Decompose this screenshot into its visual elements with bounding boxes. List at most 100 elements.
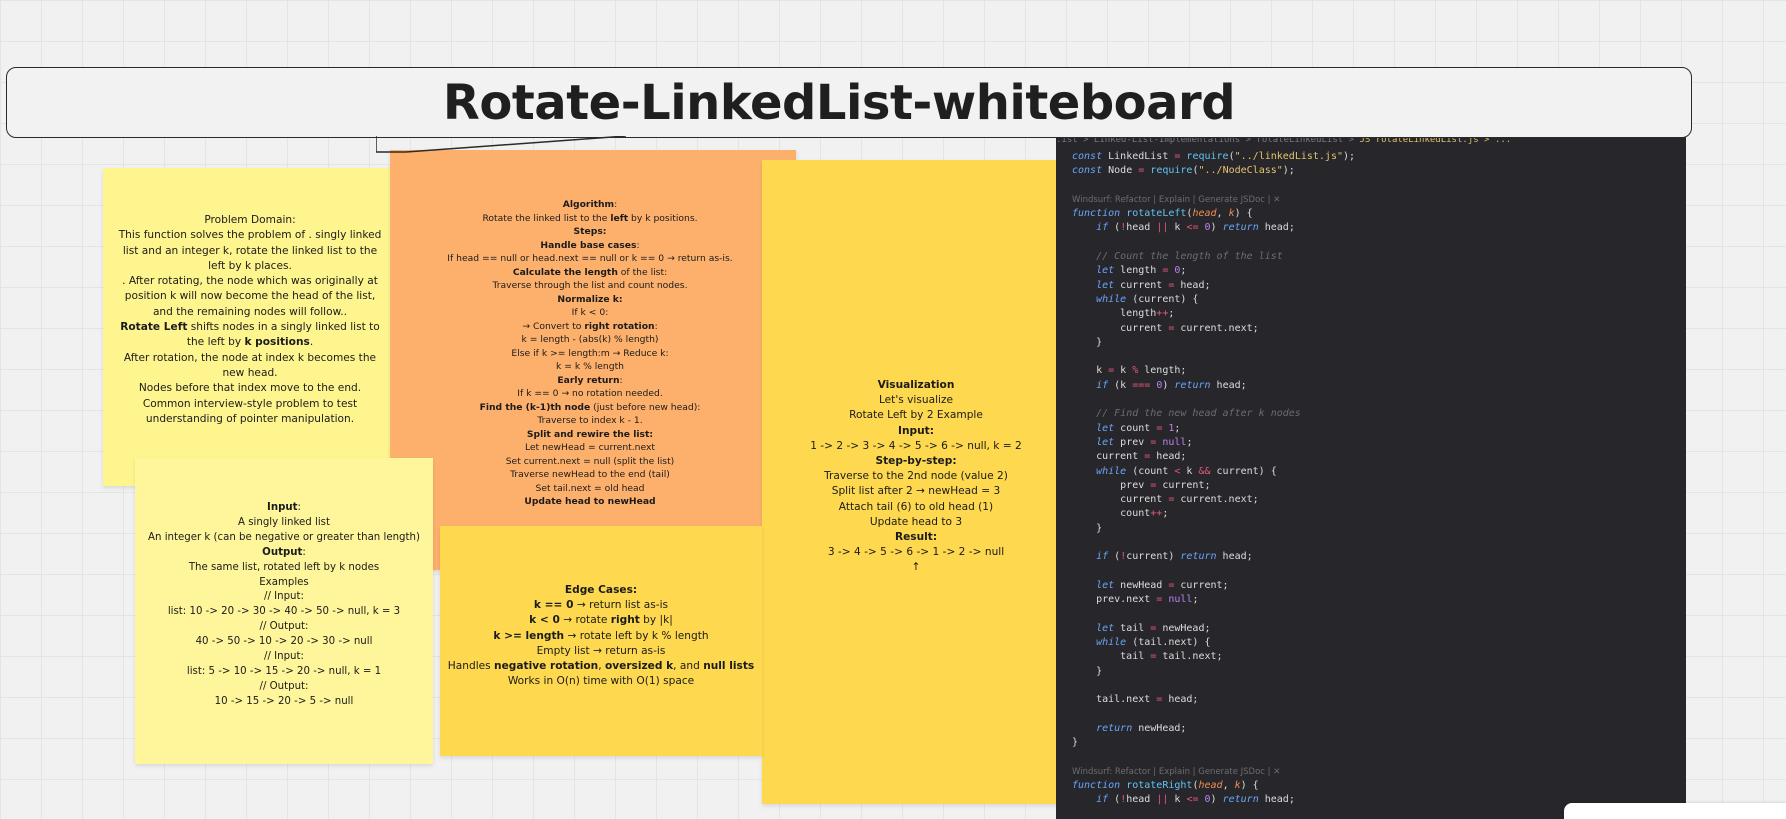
note-text: A singly linked list bbox=[238, 516, 330, 528]
note-text: // Output: bbox=[259, 680, 309, 692]
note-text: Handle base cases: bbox=[540, 239, 640, 251]
note-text: Update head to newHead bbox=[524, 496, 656, 507]
note-text: Result: bbox=[894, 531, 938, 544]
up-arrow-icon: ↑ bbox=[911, 561, 921, 574]
note-text: Split and rewire the list: bbox=[526, 428, 654, 440]
note-text: 1 -> 2 -> 3 -> 4 -> 5 -> 6 -> null, k = … bbox=[810, 439, 1022, 452]
note-text: Handles negative rotation, oversized k, … bbox=[447, 660, 755, 673]
code-line: k = k % length; bbox=[1072, 365, 1187, 377]
code-lines: const LinkedList = require("../linkedLis… bbox=[1072, 150, 1355, 819]
note-text: k = length - (abs(k) % length) bbox=[521, 334, 659, 345]
code-line: let count = 1; bbox=[1096, 422, 1181, 434]
sticky-note-edge-cases[interactable]: Edge Cases: k == 0 → return list as-is k… bbox=[440, 526, 762, 756]
code-line: while (current) { bbox=[1096, 293, 1199, 305]
code-line: if (!current) return head; bbox=[1096, 551, 1253, 563]
code-line: current = current.next; bbox=[1072, 322, 1259, 334]
note-text: After rotation, the node at index k beco… bbox=[123, 351, 377, 379]
note-text: Traverse newHead to the end (tail) bbox=[510, 469, 670, 480]
sticky-note-problem-domain[interactable]: Problem Domain: This function solves the… bbox=[103, 168, 393, 486]
code-line: prev.next = null; bbox=[1072, 594, 1199, 606]
code-editor-image[interactable]: .ist > Linked-List-Implementations > rot… bbox=[1056, 136, 1686, 819]
note-text: Find the (k-1)th node (just before new h… bbox=[479, 401, 701, 413]
title-connector-line bbox=[376, 136, 626, 153]
note-text: Rotate Left shifts nodes in a singly lin… bbox=[120, 321, 380, 349]
code-line: tail = tail.next; bbox=[1072, 651, 1223, 663]
code-line: if (!head || k <= 0) return head; bbox=[1096, 222, 1295, 234]
note-text: Common interview-style problem to test u… bbox=[142, 397, 358, 425]
code-line: count++; bbox=[1072, 508, 1169, 520]
sticky-note-algorithm[interactable]: Algorithm: Rotate the linked list to the… bbox=[390, 150, 796, 570]
board-title: Rotate-LinkedList-whiteboard bbox=[442, 74, 1236, 131]
code-line: tail.next = head; bbox=[1072, 694, 1199, 706]
note-text: Set tail.next = old head bbox=[535, 482, 645, 494]
code-line: current = head; bbox=[1072, 451, 1187, 463]
note-heading: Visualization bbox=[877, 379, 955, 391]
note-text: Works in O(n) time with O(1) space bbox=[507, 675, 695, 688]
board-title-frame[interactable]: Rotate-LinkedList-whiteboard bbox=[6, 67, 1692, 138]
code-line: length++; bbox=[1072, 308, 1175, 320]
code-line: function rotateLeft(head, k) { bbox=[1072, 208, 1253, 220]
note-text: If k == 0 → no rotation needed. bbox=[517, 388, 663, 399]
note-text: Update head to 3 bbox=[869, 515, 963, 528]
code-line: while (tail.next) { bbox=[1096, 637, 1211, 649]
note-text: k < 0 → rotate right by |k| bbox=[529, 614, 673, 627]
code-line: // Find the new head after k nodes bbox=[1096, 408, 1301, 420]
code-line: let prev = null; bbox=[1096, 436, 1193, 448]
code-line: let tail = newHead; bbox=[1096, 622, 1211, 634]
code-line: let newHead = current; bbox=[1096, 579, 1229, 591]
note-text: Early return: bbox=[557, 374, 623, 386]
note-text: // Output: bbox=[259, 621, 309, 633]
code-line: let length = 0; bbox=[1096, 265, 1187, 277]
code-line: current = current.next; bbox=[1072, 494, 1259, 506]
note-text: Set current.next = null (split the list) bbox=[505, 455, 675, 467]
note-text: Let's visualize bbox=[878, 394, 954, 407]
note-text: Split list after 2 → newHead = 3 bbox=[831, 485, 1001, 498]
note-text: Else if k >= length:m → Reduce k: bbox=[511, 347, 669, 359]
note-text: Let newHead = current.next bbox=[524, 442, 656, 453]
note-text: Nodes before that index move to the end. bbox=[138, 382, 362, 395]
note-text: . After rotating, the node which was ori… bbox=[122, 275, 378, 318]
code-line: } bbox=[1072, 737, 1079, 749]
note-text: Examples bbox=[259, 576, 309, 588]
code-line: } bbox=[1072, 522, 1103, 534]
note-text: k >= length → rotate left by k % length bbox=[493, 629, 709, 642]
code-line: } bbox=[1072, 336, 1103, 348]
note-heading: Edge Cases: bbox=[564, 584, 638, 596]
note-text: Rotate Left by 2 Example bbox=[849, 409, 983, 422]
note-text: // Input: bbox=[264, 591, 304, 603]
code-line: } bbox=[1072, 665, 1103, 677]
note-text: Rotate the linked list to the left by k … bbox=[482, 212, 698, 224]
note-text: Calculate the length of the list: bbox=[512, 266, 668, 278]
sticky-note-input-output[interactable]: Input: A singly linked list An integer k… bbox=[135, 458, 433, 764]
note-text: Traverse to the 2nd node (value 2) bbox=[824, 470, 1008, 483]
note-text: // Input: bbox=[264, 651, 304, 663]
note-heading: Output: bbox=[262, 546, 306, 558]
code-line: const Node = require("../NodeClass"); bbox=[1072, 165, 1295, 177]
code-line: let current = head; bbox=[1096, 279, 1211, 291]
note-heading: Algorithm: bbox=[562, 199, 618, 210]
note-text: → Convert to right rotation: bbox=[522, 320, 658, 332]
note-text: list: 10 -> 20 -> 30 -> 40 -> 50 -> null… bbox=[167, 606, 401, 618]
note-text: If k < 0: bbox=[571, 307, 609, 318]
note-heading: Problem Domain: bbox=[204, 214, 296, 226]
note-text: k = k % length bbox=[555, 361, 625, 372]
code-line: return newHead; bbox=[1096, 722, 1187, 734]
note-text: Steps: bbox=[573, 226, 607, 237]
note-text: The same list, rotated left by k nodes bbox=[188, 561, 380, 573]
code-line: prev = current; bbox=[1072, 479, 1211, 491]
minimap-card[interactable] bbox=[1564, 803, 1786, 819]
note-text: 10 -> 15 -> 20 -> 5 -> null bbox=[214, 695, 354, 707]
note-text: k == 0 → return list as-is bbox=[533, 599, 669, 612]
code-lens-hint: Windsurf: Refactor | Explain | Generate … bbox=[1072, 194, 1281, 205]
sticky-note-visualization[interactable]: Visualization Let's visualize Rotate Lef… bbox=[762, 160, 1070, 804]
note-text: If head == null or head.next == null or … bbox=[447, 253, 733, 264]
